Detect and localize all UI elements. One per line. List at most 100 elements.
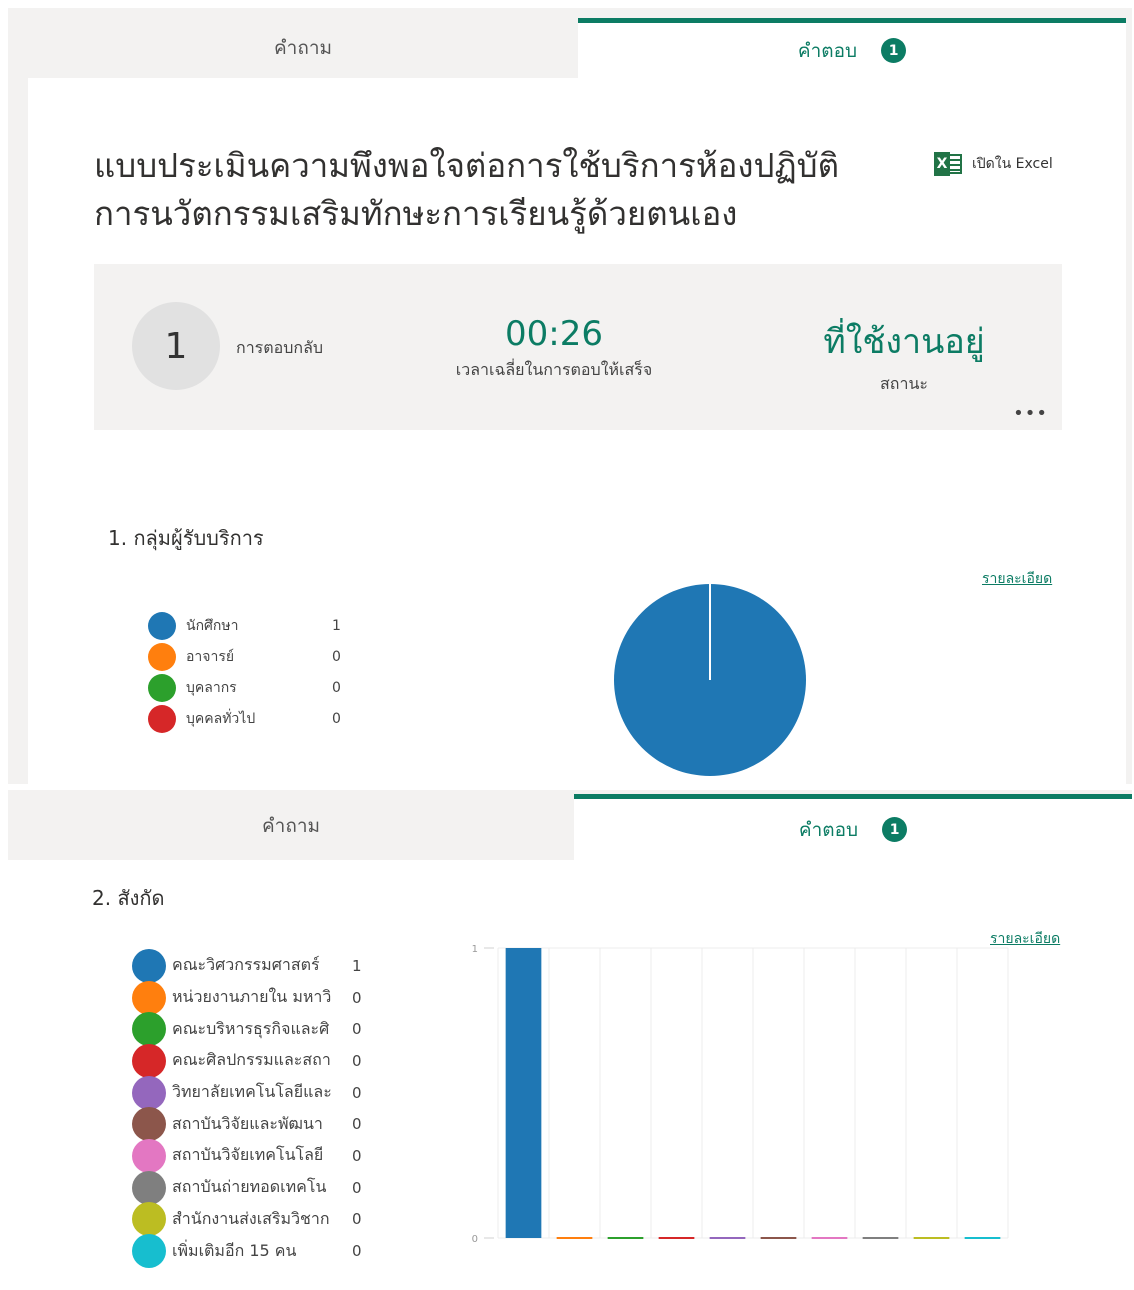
responses-count-badge: 1: [881, 38, 907, 63]
status-block: ที่ใช้งานอยู่ สถานะ: [784, 314, 1024, 397]
legend-count: 0: [352, 1020, 362, 1039]
legend-item: เพิ่มเติมอีก 15 คน 0: [132, 1234, 362, 1269]
legend-item: สถาบันวิจัยเทคโนโลยี 0: [132, 1138, 362, 1173]
y-tick-label: 1: [472, 944, 478, 955]
responses-count: 1: [132, 302, 220, 390]
legend-item: คณะวิศวกรรมศาสตร์ 1: [132, 948, 362, 983]
question-1-legend: นักศึกษา 1 อาจารย์ 0 บุคลากร 0 บุคคลทั่วไป 0: [148, 610, 341, 734]
legend-count: 0: [352, 1178, 362, 1197]
bar: [658, 1237, 695, 1239]
legend-item: สถาบันวิจัยและพัฒนา 0: [132, 1107, 362, 1142]
question-2-title: 2. สังกัด: [92, 886, 165, 910]
legend-count: 0: [352, 1146, 362, 1165]
legend-swatch: [132, 1107, 166, 1142]
legend-label: อาจารย์: [186, 648, 235, 665]
legend-item: สำนักงานส่งเสริมวิชาก 0: [132, 1202, 362, 1237]
legend-label: สำนักงานส่งเสริมวิชาก: [172, 1208, 330, 1228]
tab-questions-label: คำถาม: [261, 815, 321, 837]
bar: [964, 1237, 1001, 1239]
legend-count: 1: [352, 956, 362, 975]
legend-count: 1: [332, 617, 341, 634]
question-1-pie-chart: [614, 584, 806, 776]
legend-label: เพิ่มเติมอีก 15 คน: [172, 1240, 297, 1260]
y-tick-label: 0: [472, 1234, 478, 1245]
bar: [505, 948, 542, 1238]
tab-questions-label: คำถาม: [273, 37, 333, 59]
bar: [760, 1237, 797, 1239]
tab-responses-label: คำตอบ: [798, 818, 859, 841]
summary-card: 1 การตอบกลับ 00:26 เวลาเฉลี่ยในการตอบให้…: [94, 264, 1062, 430]
legend-label: สถาบันถ่ายทอดเทคโน: [172, 1177, 327, 1197]
legend-label: สถาบันวิจัยและพัฒนา: [172, 1113, 323, 1133]
average-time-block: 00:26 เวลาเฉลี่ยในการตอบให้เสร็จ: [424, 314, 684, 383]
status-label: สถานะ: [880, 374, 928, 393]
legend-count: 0: [332, 679, 341, 696]
legend-label: นักศึกษา: [186, 617, 239, 634]
tab-questions-2[interactable]: คำถาม: [8, 792, 574, 860]
tab-questions[interactable]: คำถาม: [28, 18, 578, 78]
responses-count-badge: 1: [882, 817, 908, 842]
legend-count: 0: [352, 1051, 362, 1070]
bar: [556, 1237, 593, 1239]
legend-swatch: [132, 1202, 166, 1237]
legend-item: วิทยาลัยเทคโนโลยีและ 0: [132, 1075, 362, 1110]
responses-label: การตอบกลับ: [236, 338, 324, 357]
responses-content: แบบประเมินความพึงพอใจต่อการใช้บริการห้อง…: [28, 78, 1126, 784]
legend-swatch: [132, 1075, 166, 1110]
bar: [607, 1237, 644, 1239]
legend-swatch: [132, 1012, 166, 1047]
legend-swatch: [132, 1043, 166, 1078]
legend-count: 0: [332, 710, 341, 727]
responses-panel-bottom: คำถาม คำตอบ 1 2. สังกัด รายละเอียด คณะวิ…: [8, 790, 1132, 1290]
legend-count: 0: [352, 1242, 362, 1261]
tab-responses-label: คำตอบ: [797, 39, 858, 62]
bar: [913, 1237, 950, 1239]
form-title: แบบประเมินความพึงพอใจต่อการใช้บริการห้อง…: [94, 146, 839, 233]
legend-item: อาจารย์ 0: [148, 641, 341, 672]
legend-label: วิทยาลัยเทคโนโลยีและ: [172, 1082, 332, 1102]
status-value: ที่ใช้งานอยู่: [823, 322, 985, 362]
legend-swatch: [148, 673, 176, 702]
bar: [811, 1237, 848, 1239]
question-2-legend: คณะวิศวกรรมศาสตร์ 1 หน่วยงานภายใน มหาวิ 0 คณ…: [132, 948, 362, 1269]
legend-item: คณะศิลปกรรมและสถา 0: [132, 1043, 362, 1078]
legend-swatch: [132, 1234, 166, 1269]
legend-label: สถาบันวิจัยเทคโนโลยี: [172, 1145, 324, 1165]
legend-label: คณะวิศวกรรมศาสตร์: [172, 955, 320, 975]
legend-count: 0: [352, 1083, 362, 1102]
legend-item: บุคคลทั่วไป 0: [148, 703, 341, 734]
average-time-label: เวลาเฉลี่ยในการตอบให้เสร็จ: [455, 360, 653, 379]
excel-icon: X: [934, 152, 964, 176]
legend-swatch: [132, 948, 166, 983]
legend-swatch: [148, 642, 176, 671]
legend-item: บุคลากร 0: [148, 672, 341, 703]
question-2-bar-chart: 10: [472, 944, 1009, 1245]
question-1-details-link[interactable]: รายละเอียด: [982, 568, 1052, 590]
legend-item: สถาบันถ่ายทอดเทคโน 0: [132, 1170, 362, 1205]
legend-item: หน่วยงานภายใน มหาวิ 0: [132, 980, 362, 1015]
legend-count: 0: [332, 648, 341, 665]
legend-swatch: [132, 1170, 166, 1205]
legend-label: คณะบริหารธุรกิจและศิ: [172, 1018, 330, 1038]
legend-count: 0: [352, 1210, 362, 1229]
tab-responses[interactable]: คำตอบ 1: [578, 18, 1126, 78]
legend-swatch: [148, 704, 176, 733]
responses-content-2: 2. สังกัด รายละเอียด คณะวิศวกรรมศาสตร์ 1 ห…: [8, 860, 1132, 1290]
legend-item: คณะบริหารธุรกิจและศิ 0: [132, 1012, 362, 1047]
bar: [862, 1237, 899, 1239]
legend-count: 0: [352, 988, 362, 1007]
legend-count: 0: [352, 1115, 362, 1134]
legend-swatch: [132, 1138, 166, 1173]
tab-responses-2[interactable]: คำตอบ 1: [574, 794, 1132, 860]
legend-swatch: [148, 611, 176, 640]
question-1-title: 1. กลุ่มผู้รับบริการ: [108, 526, 264, 550]
legend-label: บุคลากร: [186, 679, 237, 696]
more-options-icon[interactable]: •••: [1013, 403, 1048, 424]
legend-label: หน่วยงานภายใน มหาวิ: [172, 987, 332, 1007]
legend-label: บุคคลทั่วไป: [186, 710, 256, 727]
open-in-excel-label: เปิดใน Excel: [972, 156, 1053, 172]
responses-panel-top: คำถาม คำตอบ 1 แบบประเมินความพึงพอใจต่อกา…: [8, 8, 1132, 784]
average-time-value: 00:26: [505, 314, 603, 354]
legend-label: คณะศิลปกรรมและสถา: [172, 1050, 331, 1070]
open-in-excel-button[interactable]: X เปิดใน Excel: [934, 152, 1053, 176]
